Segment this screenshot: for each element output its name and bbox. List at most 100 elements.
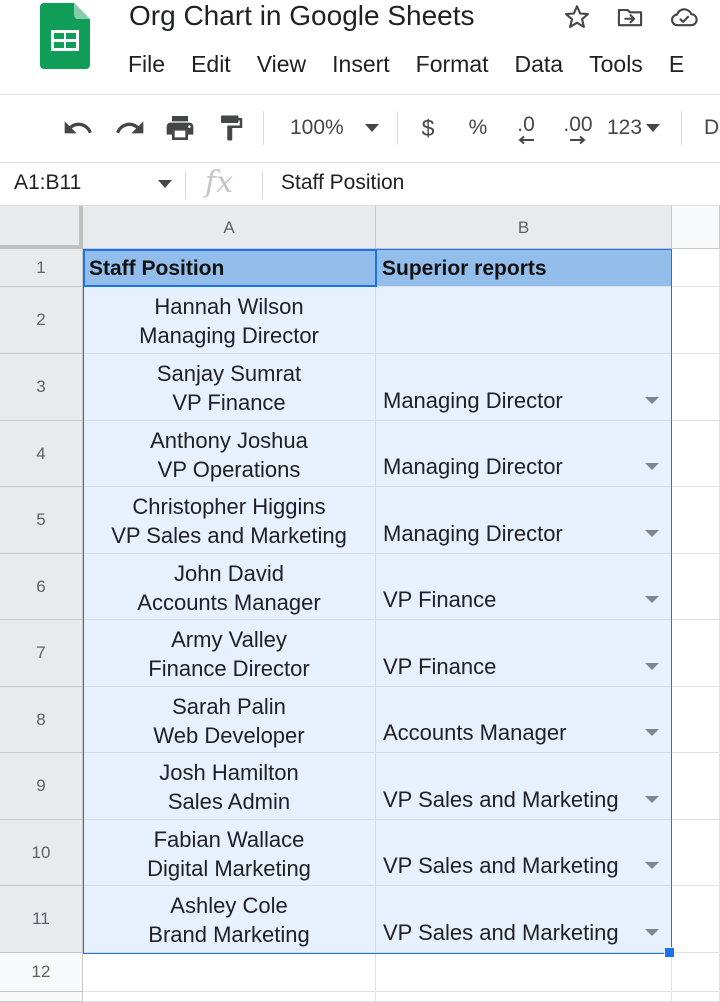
cell-c11[interactable]	[672, 886, 720, 953]
menu-format[interactable]: Format	[416, 48, 489, 80]
cell-a7[interactable]: Army Valley Finance Director	[83, 620, 376, 687]
percent-format-button[interactable]: %	[462, 109, 494, 147]
menu-data[interactable]: Data	[515, 48, 564, 80]
cell-a3[interactable]: Sanjay Sumrat VP Finance	[83, 354, 376, 421]
menu-extensions[interactable]: E	[669, 48, 684, 80]
cell-a1[interactable]: Staff Position	[83, 249, 376, 287]
cell-text: Staff Position	[89, 257, 225, 280]
cell-c5[interactable]	[672, 487, 720, 554]
row-header[interactable]: 10	[0, 820, 83, 886]
cell-a6[interactable]: John David Accounts Manager	[83, 554, 376, 620]
cell-c13[interactable]	[672, 992, 720, 1002]
dropdown-chevron-icon[interactable]	[645, 530, 659, 537]
cell-b1[interactable]: Superior reports	[376, 249, 672, 287]
column-header-b[interactable]: B	[376, 206, 672, 249]
spreadsheet-grid: A B 1 Staff Position Superior reports 2 …	[0, 206, 720, 1002]
cell-b11[interactable]: VP Sales and Marketing	[376, 886, 672, 953]
document-title[interactable]: Org Chart in Google Sheets	[129, 0, 475, 32]
formula-input[interactable]: Staff Position	[281, 171, 404, 195]
cell-c1[interactable]	[672, 249, 720, 287]
cell-b8[interactable]: Accounts Manager	[376, 687, 672, 753]
dropdown-chevron-icon[interactable]	[645, 862, 659, 869]
cell-c9[interactable]	[672, 753, 720, 820]
select-all-corner[interactable]	[0, 206, 83, 249]
undo-button[interactable]	[58, 109, 98, 147]
cell-a10[interactable]: Fabian Wallace Digital Marketing	[83, 820, 376, 886]
decrease-decimal-button[interactable]: .0	[508, 109, 544, 147]
row-header[interactable]: 2	[0, 287, 83, 354]
cell-a4[interactable]: Anthony Joshua VP Operations	[83, 421, 376, 487]
cell-a9[interactable]: Josh Hamilton Sales Admin	[83, 753, 376, 820]
row-header[interactable]: 4	[0, 421, 83, 487]
dropdown-chevron-icon[interactable]	[645, 663, 659, 670]
fill-handle[interactable]	[664, 947, 675, 958]
row-header[interactable]: 3	[0, 354, 83, 421]
cell-a11[interactable]: Ashley Cole Brand Marketing	[83, 886, 376, 953]
menu-tools[interactable]: Tools	[589, 48, 643, 80]
cell-a8[interactable]: Sarah Palin Web Developer	[83, 687, 376, 753]
dropdown-chevron-icon[interactable]	[645, 463, 659, 470]
row-header[interactable]: 8	[0, 687, 83, 753]
more-formats-button[interactable]: 123	[607, 109, 667, 147]
staff-title: Brand Marketing	[148, 922, 310, 947]
cell-b7[interactable]: VP Finance	[376, 620, 672, 687]
cell-c10[interactable]	[672, 820, 720, 886]
menu-insert[interactable]: Insert	[332, 48, 390, 80]
superior-value: VP Sales and Marketing	[383, 787, 619, 812]
sheets-logo[interactable]	[40, 3, 90, 69]
cell-b5[interactable]: Managing Director	[376, 487, 672, 554]
row-header[interactable]: 7	[0, 620, 83, 687]
redo-button[interactable]	[110, 109, 150, 147]
row-header[interactable]	[0, 992, 83, 1002]
cell-b6[interactable]: VP Finance	[376, 554, 672, 620]
currency-format-button[interactable]: $	[412, 109, 444, 147]
cell-c3[interactable]	[672, 354, 720, 421]
cell-b10[interactable]: VP Sales and Marketing	[376, 820, 672, 886]
cell-b9[interactable]: VP Sales and Marketing	[376, 753, 672, 820]
star-icon[interactable]	[563, 3, 591, 31]
font-select[interactable]: D	[704, 109, 720, 147]
cell-a5[interactable]: Christopher Higgins VP Sales and Marketin…	[83, 487, 376, 554]
cell-c2[interactable]	[672, 287, 720, 354]
cell-b2[interactable]	[376, 287, 672, 354]
dropdown-chevron-icon[interactable]	[645, 596, 659, 603]
dropdown-chevron-icon[interactable]	[645, 929, 659, 936]
increase-decimal-button[interactable]: .00	[558, 109, 598, 147]
print-button[interactable]	[160, 109, 200, 147]
move-to-folder-icon[interactable]	[616, 3, 644, 31]
cell-b4[interactable]: Managing Director	[376, 421, 672, 487]
cell-a2[interactable]: Hannah Wilson Managing Director	[83, 287, 376, 354]
dropdown-chevron-icon[interactable]	[645, 729, 659, 736]
cell-c8[interactable]	[672, 687, 720, 753]
name-box[interactable]: A1:B11	[0, 163, 185, 205]
menu-edit[interactable]: Edit	[191, 48, 231, 80]
cell-c6[interactable]	[672, 554, 720, 620]
staff-title: Accounts Manager	[137, 590, 321, 615]
arrow-right-icon	[570, 135, 586, 145]
menu-view[interactable]: View	[257, 48, 306, 80]
dropdown-chevron-icon[interactable]	[645, 397, 659, 404]
cell-a12[interactable]	[83, 953, 376, 992]
cell-b12[interactable]	[376, 953, 672, 992]
row-header[interactable]: 12	[0, 953, 83, 992]
row-header[interactable]: 9	[0, 753, 83, 820]
row-header[interactable]: 11	[0, 886, 83, 953]
cloud-saved-icon[interactable]	[670, 3, 698, 31]
cell-c4[interactable]	[672, 421, 720, 487]
paint-format-button[interactable]	[212, 109, 250, 147]
column-header-a[interactable]: A	[83, 206, 376, 249]
zoom-select[interactable]: 100%	[280, 109, 385, 147]
cell-a13[interactable]	[83, 992, 376, 1002]
cell-b13[interactable]	[376, 992, 672, 1002]
row-header[interactable]: 6	[0, 554, 83, 620]
zoom-value: 100%	[290, 116, 344, 139]
cell-c7[interactable]	[672, 620, 720, 687]
column-header-c[interactable]	[672, 206, 720, 249]
cell-b3[interactable]: Managing Director	[376, 354, 672, 421]
dropdown-chevron-icon[interactable]	[645, 796, 659, 803]
cell-c12[interactable]	[672, 953, 720, 992]
superior-value: Managing Director	[383, 521, 563, 546]
row-header[interactable]: 5	[0, 487, 83, 554]
row-header[interactable]: 1	[0, 249, 83, 287]
menu-file[interactable]: File	[128, 48, 165, 80]
